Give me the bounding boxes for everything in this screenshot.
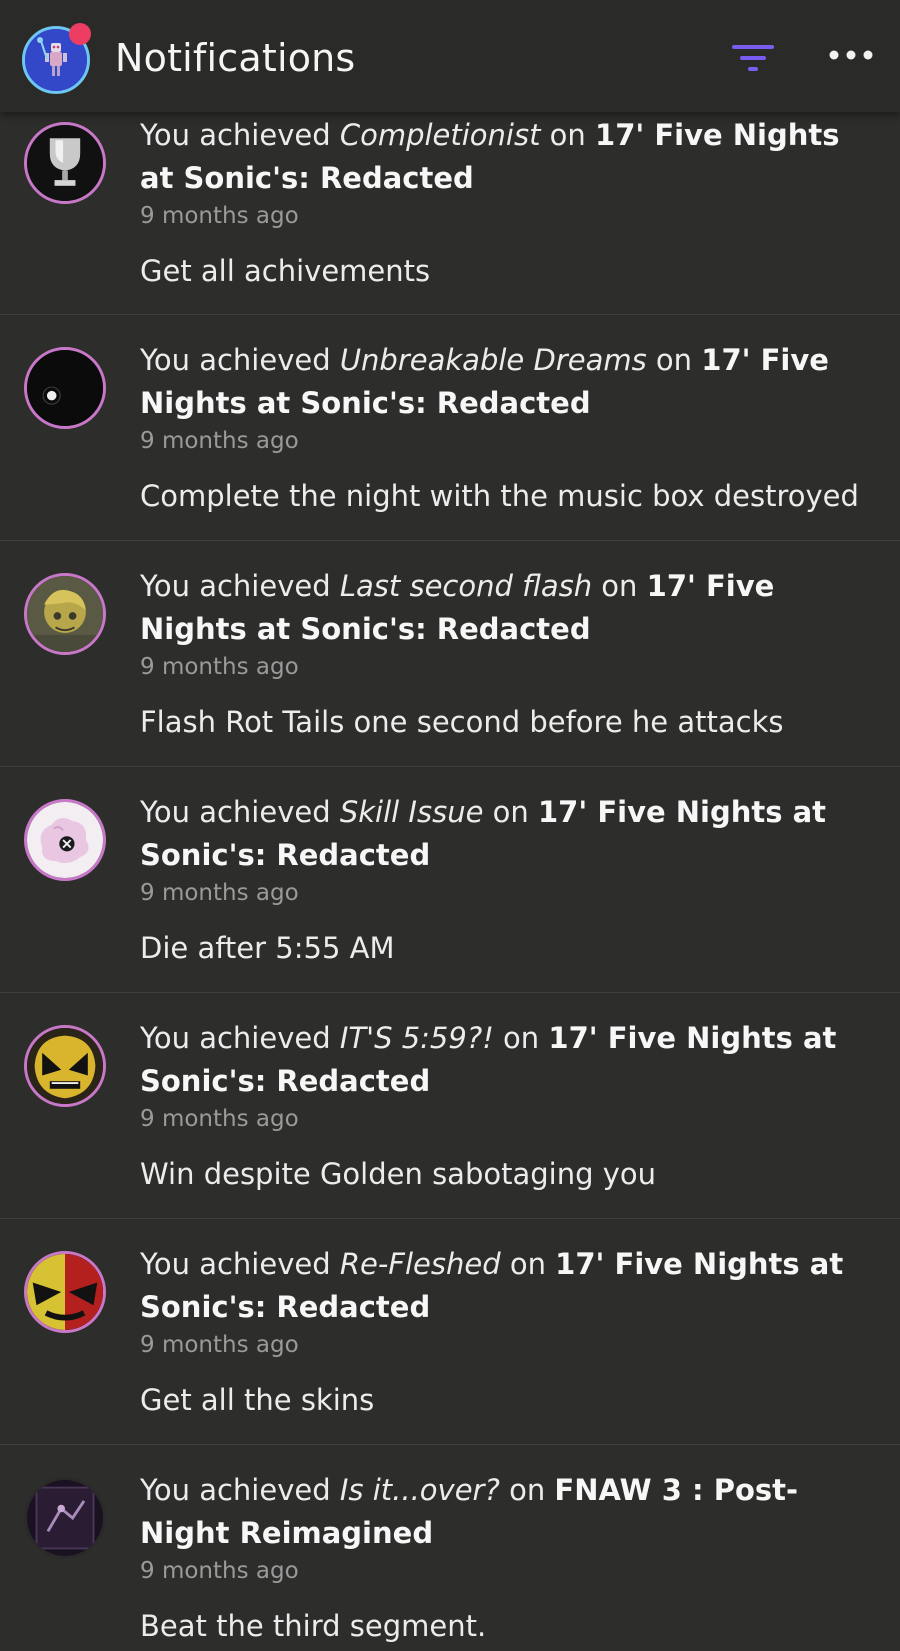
achievement-name: Is it...over? bbox=[339, 1473, 500, 1507]
timestamp: 9 months ago bbox=[140, 880, 299, 906]
timestamp: 9 months ago bbox=[140, 654, 299, 680]
notification-content: You achieved Skill Issue on 17' Five Nig… bbox=[140, 791, 860, 967]
notification-item[interactable]: You achieved Is it...over? on FNAW 3 : P… bbox=[0, 1445, 900, 1651]
notification-headline: You achieved Unbreakable Dreams on 17' F… bbox=[140, 343, 829, 420]
notification-item[interactable]: You achieved Unbreakable Dreams on 17' F… bbox=[0, 315, 900, 541]
user-avatar[interactable] bbox=[22, 23, 91, 94]
timestamp: 9 months ago bbox=[140, 428, 299, 454]
notification-headline: You achieved Last second flash on 17' Fi… bbox=[140, 569, 775, 646]
notification-dot bbox=[69, 23, 91, 45]
achievement-name: Last second flash bbox=[339, 569, 593, 603]
achievement-description: Die after 5:55 AM bbox=[140, 931, 395, 965]
dark-eye-icon bbox=[24, 347, 106, 429]
notification-content: You achieved Last second flash on 17' Fi… bbox=[140, 565, 860, 741]
notification-content: You achieved IT'S 5:59?! on 17' Five Nig… bbox=[140, 1017, 860, 1193]
more-options-icon[interactable] bbox=[826, 40, 876, 70]
filter-icon[interactable] bbox=[730, 42, 776, 74]
pink-ghost-icon bbox=[24, 799, 106, 881]
notifications-screen: Notifications You achieved Completionist… bbox=[0, 0, 900, 1651]
notification-list: You achieved Completionist on 17' Five N… bbox=[0, 112, 900, 1651]
achievement-description: Complete the night with the music box de… bbox=[140, 479, 859, 513]
achievement-name: Completionist bbox=[339, 118, 541, 152]
notification-content: You achieved Completionist on 17' Five N… bbox=[140, 114, 860, 290]
notification-content: You achieved Re-Fleshed on 17' Five Nigh… bbox=[140, 1243, 860, 1419]
timestamp: 9 months ago bbox=[140, 1106, 299, 1132]
notification-item[interactable]: You achieved IT'S 5:59?! on 17' Five Nig… bbox=[0, 993, 900, 1219]
achievement-name: Skill Issue bbox=[339, 795, 484, 829]
dark-room-icon bbox=[24, 1477, 106, 1559]
split-face-icon bbox=[24, 1251, 106, 1333]
achievement-description: Get all the skins bbox=[140, 1383, 375, 1417]
rot-tails-icon bbox=[24, 573, 106, 655]
notification-headline: You achieved Completionist on 17' Five N… bbox=[140, 118, 840, 195]
notification-item[interactable]: You achieved Skill Issue on 17' Five Nig… bbox=[0, 767, 900, 993]
notification-headline: You achieved Is it...over? on FNAW 3 : P… bbox=[140, 1473, 799, 1550]
timestamp: 9 months ago bbox=[140, 1332, 299, 1358]
trophy-icon bbox=[24, 122, 106, 204]
notification-item[interactable]: You achieved Completionist on 17' Five N… bbox=[0, 112, 900, 315]
page-title: Notifications bbox=[115, 36, 356, 80]
notification-headline: You achieved IT'S 5:59?! on 17' Five Nig… bbox=[140, 1021, 837, 1098]
achievement-name: IT'S 5:59?! bbox=[339, 1021, 494, 1055]
notification-item[interactable]: You achieved Re-Fleshed on 17' Five Nigh… bbox=[0, 1219, 900, 1445]
achievement-description: Win despite Golden sabotaging you bbox=[140, 1157, 656, 1191]
achievement-name: Re-Fleshed bbox=[339, 1247, 501, 1281]
achievement-description: Get all achivements bbox=[140, 254, 431, 288]
notification-content: You achieved Is it...over? on FNAW 3 : P… bbox=[140, 1469, 860, 1645]
golden-face-icon bbox=[24, 1025, 106, 1107]
top-bar: Notifications bbox=[0, 0, 900, 112]
achievement-name: Unbreakable Dreams bbox=[339, 343, 647, 377]
timestamp: 9 months ago bbox=[140, 203, 299, 229]
notification-headline: You achieved Skill Issue on 17' Five Nig… bbox=[140, 795, 827, 872]
timestamp: 9 months ago bbox=[140, 1558, 299, 1584]
notification-headline: You achieved Re-Fleshed on 17' Five Nigh… bbox=[140, 1247, 844, 1324]
notification-content: You achieved Unbreakable Dreams on 17' F… bbox=[140, 339, 860, 515]
achievement-description: Beat the third segment. bbox=[140, 1609, 487, 1643]
notification-item[interactable]: You achieved Last second flash on 17' Fi… bbox=[0, 541, 900, 767]
achievement-description: Flash Rot Tails one second before he att… bbox=[140, 705, 784, 739]
